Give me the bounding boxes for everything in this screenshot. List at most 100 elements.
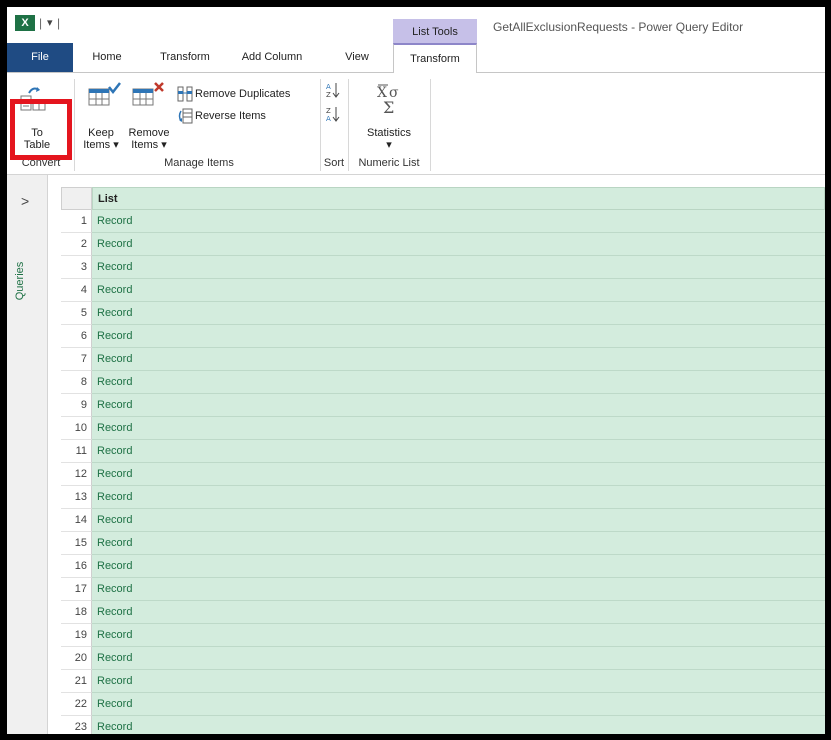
tab-transform[interactable]: Transform <box>151 43 219 72</box>
record-link-cell[interactable]: Record <box>92 256 825 279</box>
record-link-cell[interactable]: Record <box>92 440 825 463</box>
record-link-cell[interactable]: Record <box>92 233 825 256</box>
reverse-items-icon <box>178 108 193 124</box>
table-row: 12 Record <box>61 463 825 486</box>
table-row: 3 Record <box>61 256 825 279</box>
record-link-cell[interactable]: Record <box>92 578 825 601</box>
table-row: 19 Record <box>61 624 825 647</box>
record-link-cell[interactable]: Record <box>92 486 825 509</box>
qat-separator: | <box>57 16 61 30</box>
record-link-cell[interactable]: Record <box>92 693 825 716</box>
record-link-cell[interactable]: Record <box>92 647 825 670</box>
record-link-cell[interactable]: Record <box>92 302 825 325</box>
row-number[interactable]: 11 <box>61 440 92 463</box>
group-label-manage-items: Manage Items <box>164 157 234 169</box>
remove-duplicates-icon <box>177 86 193 102</box>
row-number[interactable]: 20 <box>61 647 92 670</box>
tab-add-column[interactable]: Add Column <box>229 43 315 72</box>
table-row: 16 Record <box>61 555 825 578</box>
statistics-button[interactable]: X σ Σ Statistics ▾ <box>357 81 421 153</box>
table-row: 7 Record <box>61 348 825 371</box>
keep-items-button[interactable]: Keep Items ▾ <box>81 81 125 153</box>
row-number[interactable]: 6 <box>61 325 92 348</box>
table-row: 20 Record <box>61 647 825 670</box>
title-bar: X | ▾ | List Tools GetAllExclusionReques… <box>7 7 825 43</box>
keep-items-label-1: Keep <box>88 127 114 139</box>
qat-customize-icon[interactable]: ▾ <box>47 16 53 29</box>
row-number[interactable]: 22 <box>61 693 92 716</box>
statistics-dropdown-icon: ▾ <box>386 139 392 151</box>
row-number[interactable]: 8 <box>61 371 92 394</box>
record-link-cell[interactable]: Record <box>92 371 825 394</box>
sort-ascending-button[interactable]: A Z <box>325 81 341 99</box>
table-row: 9 Record <box>61 394 825 417</box>
group-separator <box>74 79 75 171</box>
row-number[interactable]: 1 <box>61 210 92 233</box>
record-link-cell[interactable]: Record <box>92 279 825 302</box>
table-row: 15 Record <box>61 532 825 555</box>
remove-items-button[interactable]: Remove Items ▾ <box>125 81 171 153</box>
row-number[interactable]: 18 <box>61 601 92 624</box>
record-link-cell[interactable]: Record <box>92 670 825 693</box>
row-number[interactable]: 12 <box>61 463 92 486</box>
to-table-button[interactable]: To Table <box>19 81 63 151</box>
table-row: 22 Record <box>61 693 825 716</box>
record-link-cell[interactable]: Record <box>92 509 825 532</box>
ribbon-tab-row: File Home Transform Add Column View Tran… <box>7 43 825 73</box>
grid-header: List <box>61 187 825 210</box>
record-link-cell[interactable]: Record <box>92 463 825 486</box>
row-number[interactable]: 23 <box>61 716 92 734</box>
group-separator <box>430 79 431 171</box>
record-link-cell[interactable]: Record <box>92 555 825 578</box>
tab-list-tools-transform[interactable]: Transform <box>393 43 477 73</box>
sort-descending-button[interactable]: Z A <box>325 105 341 123</box>
record-link-cell[interactable]: Record <box>92 624 825 647</box>
row-number[interactable]: 3 <box>61 256 92 279</box>
record-link-cell[interactable]: Record <box>92 210 825 233</box>
row-number[interactable]: 7 <box>61 348 92 371</box>
power-query-editor-window: X | ▾ | List Tools GetAllExclusionReques… <box>7 7 825 734</box>
row-number[interactable]: 5 <box>61 302 92 325</box>
row-number[interactable]: 14 <box>61 509 92 532</box>
data-grid: List 1 Record 2 Record 3 Record 4 Record 5 Record… <box>61 187 825 734</box>
excel-logo-icon[interactable]: X <box>15 15 35 31</box>
to-table-icon <box>20 87 46 111</box>
row-number[interactable]: 17 <box>61 578 92 601</box>
row-number[interactable]: 15 <box>61 532 92 555</box>
svg-text:A: A <box>326 83 331 91</box>
table-row: 1 Record <box>61 210 825 233</box>
record-link-cell[interactable]: Record <box>92 348 825 371</box>
table-row: 18 Record <box>61 601 825 624</box>
tab-file[interactable]: File <box>7 43 73 72</box>
to-table-label-1: To <box>31 127 43 139</box>
record-link-cell[interactable]: Record <box>92 325 825 348</box>
table-row: 10 Record <box>61 417 825 440</box>
queries-label: Queries <box>14 261 26 301</box>
row-number[interactable]: 21 <box>61 670 92 693</box>
keep-items-icon <box>88 82 121 106</box>
grid-corner[interactable] <box>61 187 92 210</box>
record-link-cell[interactable]: Record <box>92 532 825 555</box>
record-link-cell[interactable]: Record <box>92 716 825 734</box>
row-number[interactable]: 2 <box>61 233 92 256</box>
row-number[interactable]: 13 <box>61 486 92 509</box>
column-header-list[interactable]: List <box>92 187 825 210</box>
record-link-cell[interactable]: Record <box>92 417 825 440</box>
table-row: 11 Record <box>61 440 825 463</box>
record-link-cell[interactable]: Record <box>92 601 825 624</box>
record-link-cell[interactable]: Record <box>92 394 825 417</box>
expand-queries-chevron-icon[interactable]: > <box>21 193 29 209</box>
row-number[interactable]: 4 <box>61 279 92 302</box>
row-number[interactable]: 10 <box>61 417 92 440</box>
table-row: 13 Record <box>61 486 825 509</box>
table-row: 8 Record <box>61 371 825 394</box>
row-number[interactable]: 19 <box>61 624 92 647</box>
remove-duplicates-button[interactable]: Remove Duplicates <box>175 85 311 103</box>
table-row: 14 Record <box>61 509 825 532</box>
row-number[interactable]: 9 <box>61 394 92 417</box>
row-number[interactable]: 16 <box>61 555 92 578</box>
reverse-items-button[interactable]: Reverse Items <box>175 107 295 125</box>
table-row: 2 Record <box>61 233 825 256</box>
tab-view[interactable]: View <box>335 43 379 72</box>
tab-home[interactable]: Home <box>85 43 129 72</box>
